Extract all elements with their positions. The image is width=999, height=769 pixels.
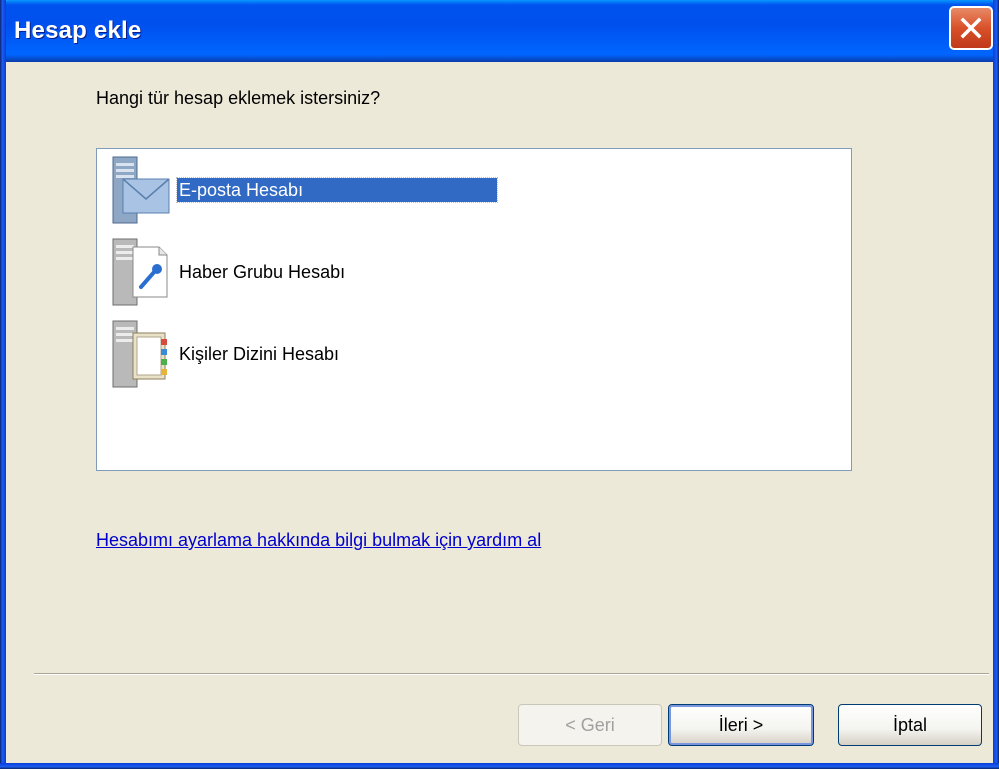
close-button[interactable] xyxy=(949,6,993,50)
window-frame-bottom xyxy=(0,763,999,769)
directory-account-icon xyxy=(109,319,173,389)
account-type-question: Hangi tür hesap eklemek istersiniz? xyxy=(96,88,381,108)
window-frame-right xyxy=(993,0,999,769)
email-account-icon xyxy=(109,155,173,225)
footer-separator xyxy=(34,673,989,675)
list-item-newsgroup-account[interactable]: Haber Grubu Hesabı xyxy=(109,237,609,307)
list-item-directory-account[interactable]: Kişiler Dizini Hesabı xyxy=(109,319,609,389)
cancel-button[interactable]: İptal xyxy=(838,704,982,746)
back-button[interactable]: < Geri xyxy=(518,704,662,746)
close-icon xyxy=(960,17,982,39)
title-bar[interactable]: Hesap ekle xyxy=(0,0,999,62)
list-item-email-account[interactable]: E-posta Hesabı xyxy=(109,155,609,225)
add-account-dialog: Hesap ekle Hangi tür hesap eklemek ister… xyxy=(0,0,999,769)
list-item-label: E-posta Hesabı xyxy=(176,177,498,203)
list-item-label: Haber Grubu Hesabı xyxy=(179,262,346,282)
next-button[interactable]: İleri > xyxy=(668,704,814,746)
window-title: Hesap ekle xyxy=(14,17,142,44)
dialog-body: Hangi tür hesap eklemek istersiniz? E-po… xyxy=(6,62,993,763)
account-setup-help-link[interactable]: Hesabımı ayarlama hakkında bilgi bulmak … xyxy=(96,530,541,551)
list-item-label: Kişiler Dizini Hesabı xyxy=(179,344,340,364)
account-type-list[interactable]: E-posta Hesabı Haber Grubu Hesabı Kişile… xyxy=(96,148,852,471)
newsgroup-account-icon xyxy=(109,237,173,307)
